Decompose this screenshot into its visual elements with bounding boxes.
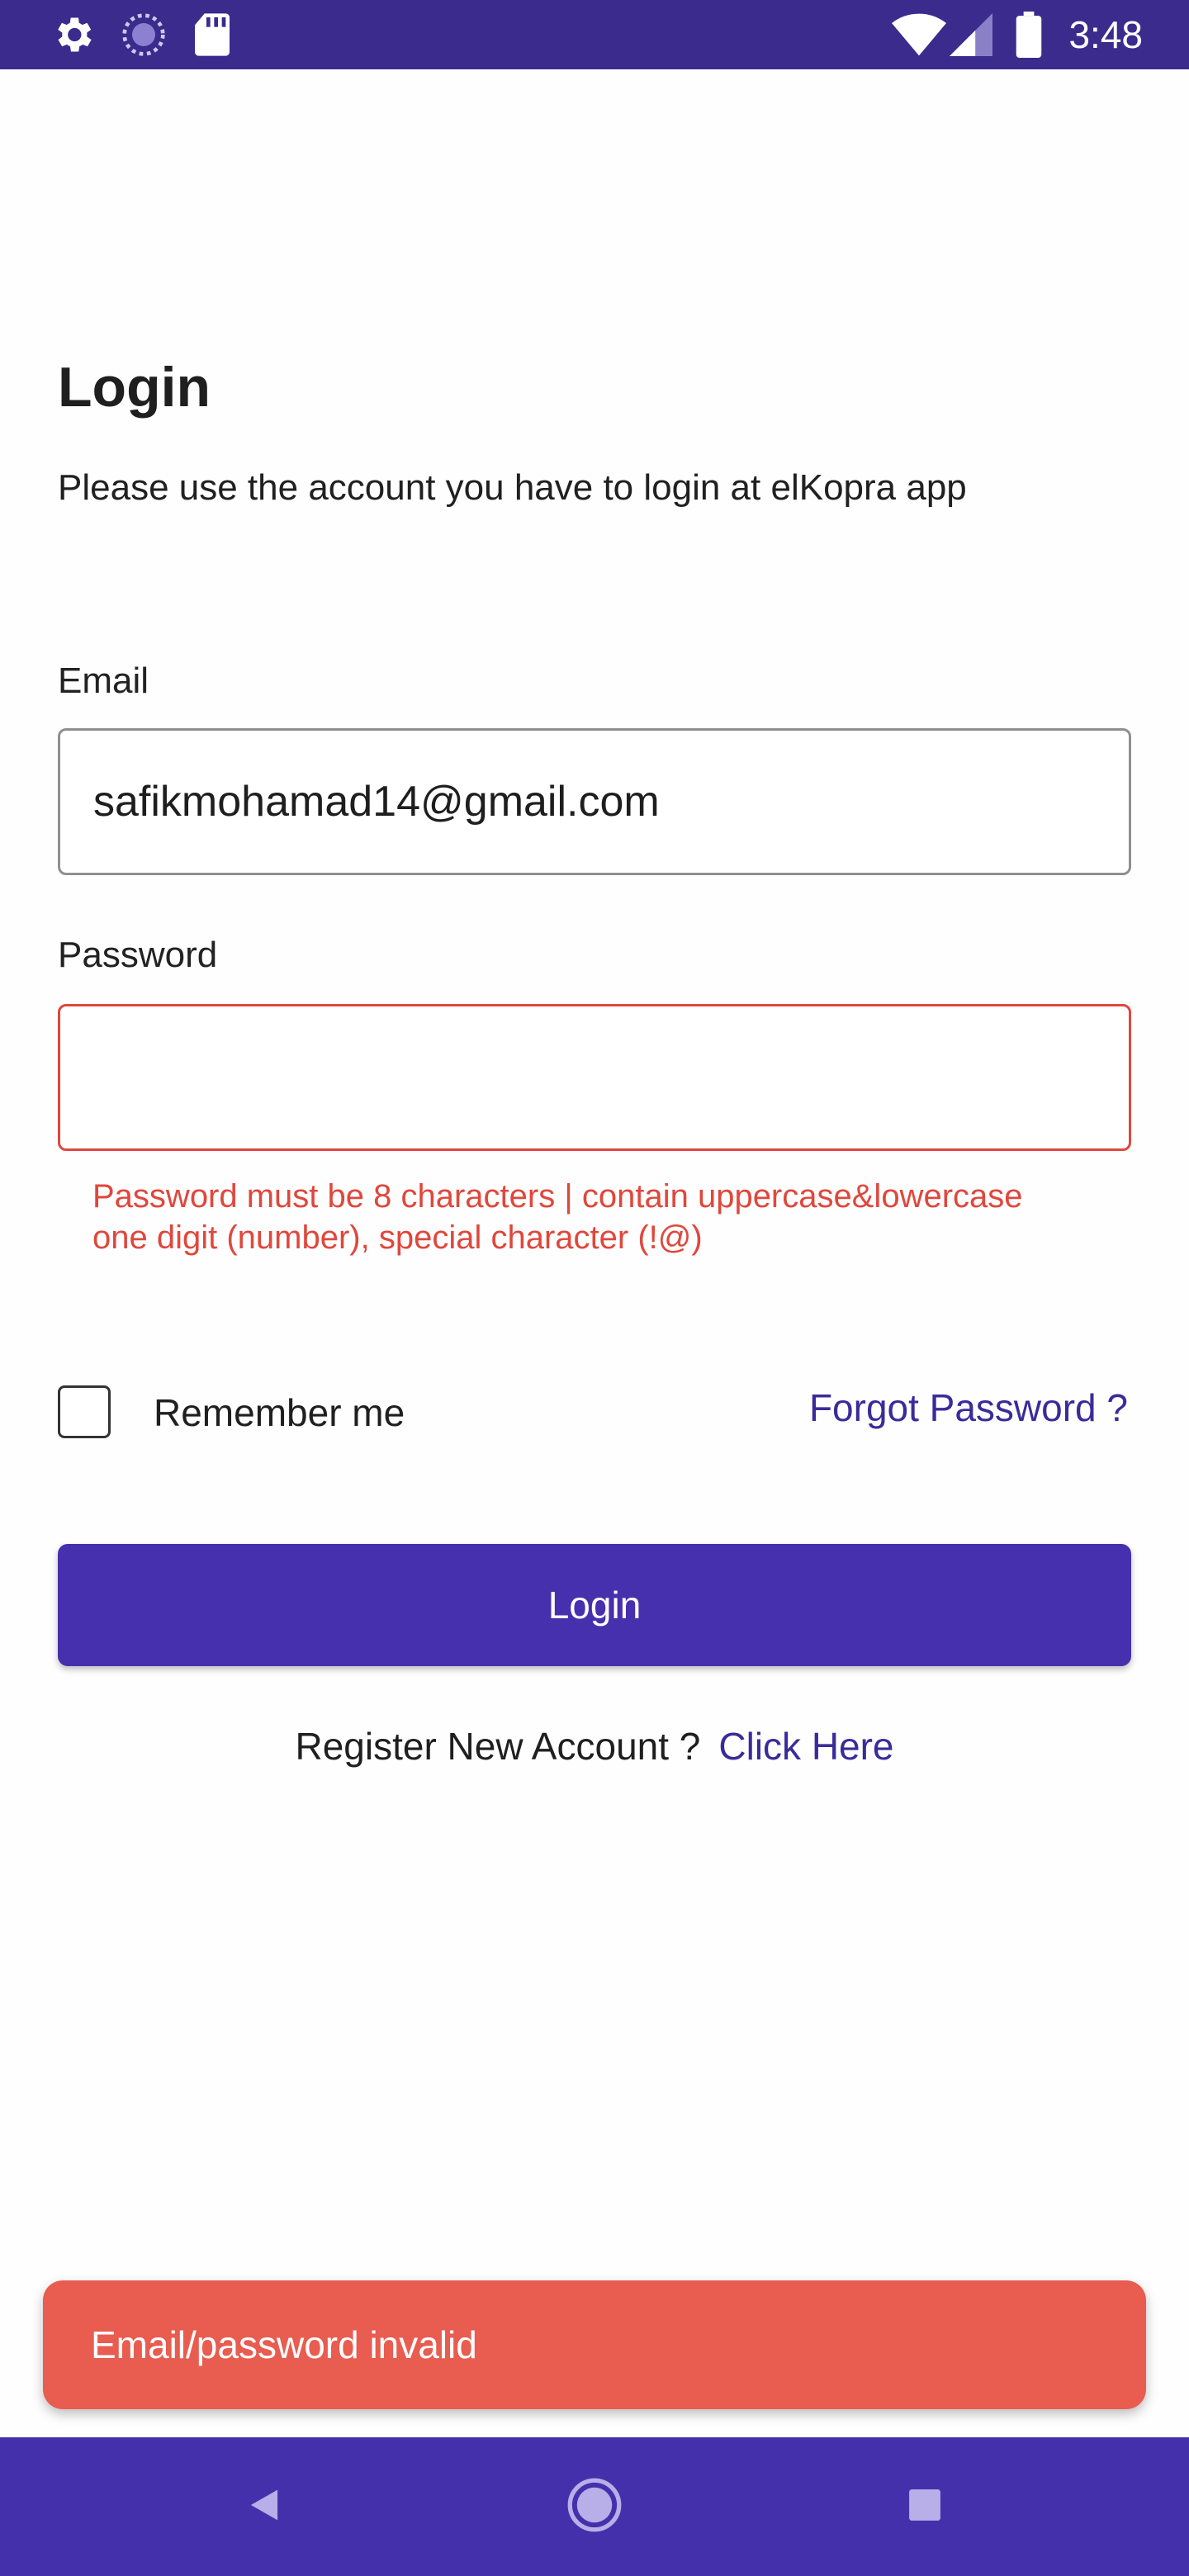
status-bar: 3:48 <box>0 0 1189 69</box>
wifi-icon <box>892 13 946 60</box>
sd-card-icon <box>192 12 233 62</box>
password-field[interactable] <box>58 1004 1131 1151</box>
forgot-password-link[interactable]: Forgot Password ? <box>809 1385 1128 1430</box>
page-subtitle: Please use the account you have to login… <box>58 467 967 508</box>
remember-me-checkbox[interactable] <box>58 1385 111 1438</box>
page-title: Login <box>58 356 211 419</box>
password-error-line-2: one digit (number), special character (!… <box>92 1219 703 1256</box>
email-field[interactable]: safikmohamad14@gmail.com <box>58 728 1131 875</box>
password-label: Password <box>58 935 218 975</box>
email-value: safikmohamad14@gmail.com <box>93 778 660 826</box>
nav-home-button[interactable] <box>558 2437 631 2576</box>
login-screen: 3:48 Login Please use the account you ha… <box>0 0 1189 2576</box>
snackbar-message: Email/password invalid <box>91 2323 477 2366</box>
recent-apps-icon <box>907 2488 942 2526</box>
navigation-bar <box>0 2437 1189 2576</box>
battery-icon <box>1016 12 1042 62</box>
email-label: Email <box>58 661 149 701</box>
loading-spinner-icon <box>121 12 167 62</box>
register-row: Register New Account ? Click Here <box>0 1724 1189 1769</box>
register-click-here-link[interactable]: Click Here <box>718 1725 893 1768</box>
cell-signal-icon <box>950 13 992 60</box>
register-prompt: Register New Account ? <box>295 1725 701 1768</box>
password-error-line-1: Password must be 8 characters | contain … <box>92 1178 1023 1215</box>
password-error-message: Password must be 8 characters | contain … <box>92 1176 1125 1258</box>
nav-back-button[interactable] <box>231 2437 297 2576</box>
login-button[interactable]: Login <box>58 1544 1131 1666</box>
error-snackbar: Email/password invalid <box>43 2280 1146 2409</box>
status-time: 3:48 <box>1068 13 1143 56</box>
remember-me-label[interactable]: Remember me <box>154 1390 405 1435</box>
settings-gear-icon <box>50 12 96 62</box>
home-icon <box>566 2477 623 2537</box>
nav-recent-apps-button[interactable] <box>892 2437 958 2576</box>
back-icon <box>245 2486 283 2528</box>
